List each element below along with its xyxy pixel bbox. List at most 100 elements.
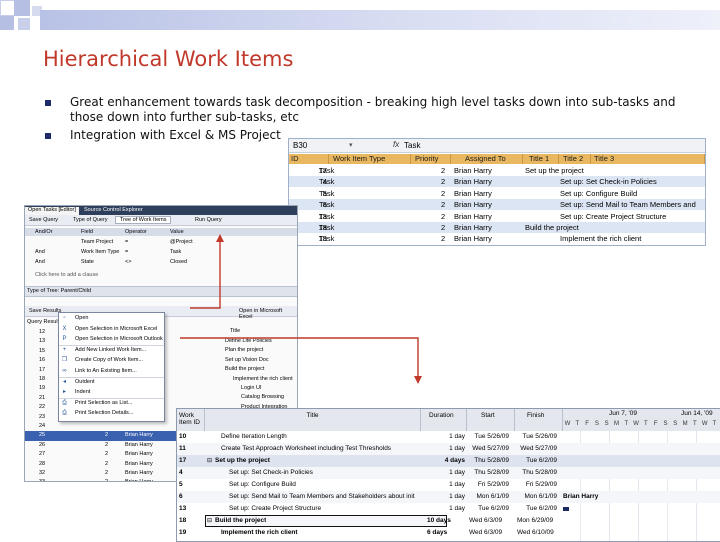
bullet-square-icon [45,133,51,139]
gantt-week-2: Jun 14, '09 [681,410,713,417]
result-id: 15 [39,347,46,354]
project-start: Mon 6/1/09 [476,493,509,500]
col-header-priority[interactable]: Priority [411,154,451,164]
result-id: 22 [39,404,46,411]
gantt-day: S [663,421,668,427]
clause-op[interactable]: <> [125,259,131,265]
bullet-item: Great enhancement towards task decomposi… [45,95,695,125]
clause-field[interactable]: State [81,259,94,265]
project-row[interactable]: 13 Set up: Create Project Structure 1 day T… [177,503,720,515]
excel-cell-assigned: Brian Harry [454,177,492,187]
project-id: 13 [179,505,187,512]
project-row[interactable]: 17 ⊟ Set up the project 4 days Thu 5/28/09 Tu… [177,455,720,467]
project-title: Set up: Set Check-in Policies [229,469,313,476]
collapse-icon[interactable]: ⊟ [207,457,212,464]
project-id: 4 [179,469,183,476]
excel-cell-priority: 2 [441,234,446,244]
clause-op[interactable]: = [125,239,128,245]
clause-andor[interactable]: And [35,249,45,255]
clause-field[interactable]: Work Item Type [81,249,119,255]
context-menu-item[interactable]: ⎙ Print Selection as List... [59,398,164,409]
project-row[interactable]: 19 Implement the rich client [177,527,720,539]
context-menu-item[interactable]: ❐ Create Copy of Work Item... [59,355,164,366]
context-menu-item[interactable]: ◂ Outdent [59,377,164,388]
excel-cell-assigned: Brian Harry [454,223,492,232]
project-duration: 1 day [449,505,465,512]
excel-row[interactable]: 5 Task 2 Brian Harry Set up: Configure Build [289,188,705,199]
excel-cell-type: Task [319,188,335,198]
gantt-header: Jun 7, '09 Jun 14, '09 WTFSSMTWTFSSMTWT [563,409,720,431]
context-menu-item[interactable]: X Open Selection in Microsoft Excel [59,324,164,335]
project-finish: Mon 6/1/09 [524,493,557,500]
save-results-button[interactable]: Save Results [29,308,61,314]
result-id: 24 [39,423,46,429]
collapse-icon[interactable]: ⊟ [207,517,212,524]
save-query-button[interactable]: Save Query [29,217,58,223]
col-header-title2[interactable]: Title 2 [559,154,591,164]
project-id: 6 [179,493,183,500]
col-header-assigned[interactable]: Assigned To [451,154,523,164]
result-id: 16 [39,357,46,364]
project-row[interactable]: 6 Set up: Send Mail to Team Members and S… [177,491,720,503]
project-duration: 4 days [444,457,465,464]
col-header-title3[interactable]: Title 3 [591,154,705,164]
clause-op[interactable]: = [125,249,128,255]
tab-open-tasks[interactable]: Open Tasks [Editor] [25,207,79,215]
formula-value[interactable]: Task [404,141,420,150]
result-assigned: Brian Harry [125,470,153,476]
context-menu-label: Open [75,315,89,321]
project-duration: 1 day [449,481,465,488]
project-row[interactable]: 4 Set up: Set Check-in Policies 1 day Thu 5… [177,467,720,479]
project-dur: 10 days [427,517,451,524]
project-start: Fri 5/29/09 [477,481,509,488]
tab-source-control[interactable]: Source Control Explorer [81,207,146,215]
col-header-finish[interactable]: Finish [515,409,563,431]
result-id: 33 [39,479,45,481]
project-row[interactable]: 11 Create Test Approach Worksheet includi… [177,443,720,455]
project-finish: Mon 6/29/09 [517,517,554,524]
excel-cell-assigned: Brian Harry [454,234,492,244]
result-id: 19 [39,385,46,392]
project-row[interactable]: 18 ⊟ Build the project [179,515,447,527]
excel-cell-type: Task [319,177,335,187]
dropdown-icon[interactable]: ▾ [349,141,353,149]
col-header-title1[interactable]: Title 1 [523,154,559,164]
add-clause-link[interactable]: Click here to add a clause [35,272,98,278]
col-header-type[interactable]: Work Item Type [329,154,411,164]
excel-cell-t2: Set up: Set Check-in Policies [560,177,657,187]
clause-andor[interactable]: And [35,259,45,265]
open-icon: ▫ [63,315,66,321]
clause-col-operator: Operator [125,229,147,235]
gantt-day: S [604,421,609,427]
col-header-start[interactable]: Start [467,409,515,431]
result-id: 21 [39,394,46,401]
project-dur: 6 days [427,529,448,536]
fx-icon: fx [393,140,400,149]
result-id: 25 [39,432,46,439]
context-menu-label: Print Selection Details... [75,410,134,417]
excel-cell-t2: Implement the rich client [560,234,642,244]
result-priority: 2 [105,479,108,481]
excel-cell-priority: 2 [441,166,446,175]
excel-row[interactable]: 4 Task 2 Brian Harry Set up: Set Check-in Po… [289,176,705,188]
col-header-id[interactable]: ID [289,154,329,164]
excel-row[interactable]: 17 Task 2 Brian Harry Set up the project [289,165,705,176]
document-tabs: Open Tasks [Editor] Source Control Explo… [25,206,297,215]
project-finish: Tue 5/26/09 [522,433,557,440]
context-menu-item[interactable]: + Add New Linked Work Item... [59,345,164,356]
query-type-label: Type of Query [73,217,108,223]
project-row[interactable]: 5 Set up: Configure Build 1 day Fri 5/29/09… [177,479,720,491]
decor-square-3 [0,16,14,30]
excel-row[interactable]: 6 Task 2 Brian Harry Set up: Send Mail to Te… [289,199,705,211]
context-menu-item[interactable]: ⎙ Print Selection Details... [59,408,164,419]
bullet-square-icon [45,100,51,106]
context-menu-label: Create Copy of Work Item... [75,357,144,364]
clause-field[interactable]: Team Project [81,239,113,245]
name-box[interactable]: B30 [293,141,307,150]
bullet-text: Great enhancement towards task decomposi… [70,95,676,124]
outdent-icon: ◂ [62,378,66,385]
gantt-day: M [614,421,619,427]
result-assigned: Brian Harry [125,479,153,481]
context-menu-item[interactable]: ▫ Open [59,313,164,324]
project-row[interactable]: 10 Define Iteration Length 1 day Tue 5/26/0… [177,431,720,443]
